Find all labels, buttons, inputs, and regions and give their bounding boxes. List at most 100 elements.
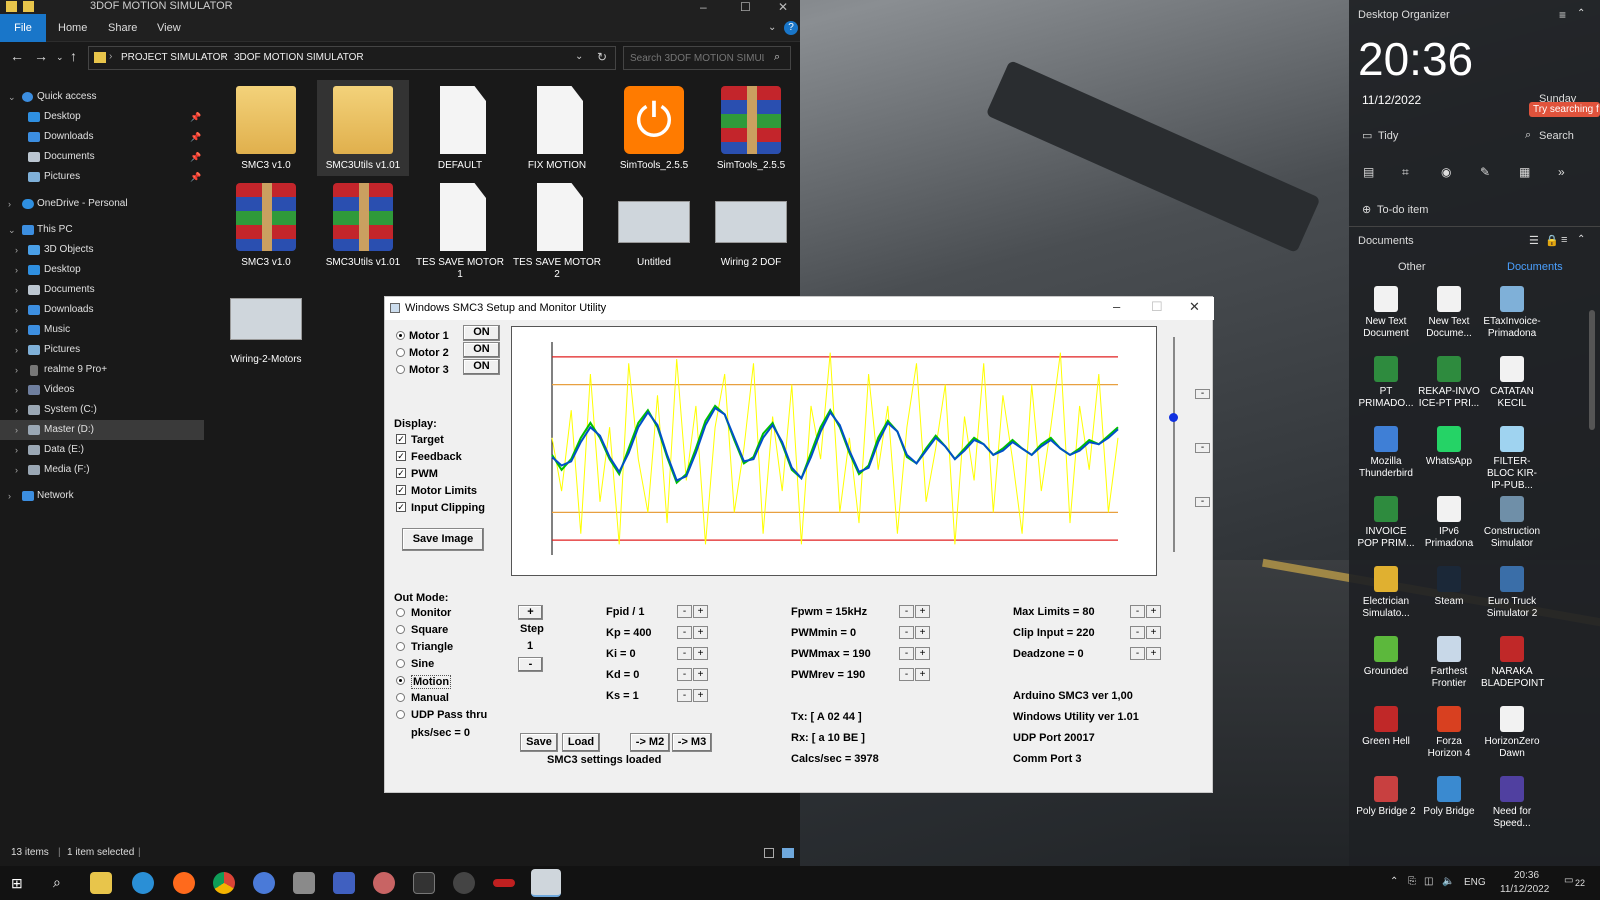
desktop-shortcut[interactable]: Euro Truck Simulator 2 — [1481, 566, 1543, 636]
crop-icon[interactable]: ⌗ — [1402, 165, 1409, 180]
fpid-plus[interactable]: + — [693, 605, 708, 618]
kd-minus[interactable]: - — [677, 668, 692, 681]
minimize-button[interactable]: – — [700, 0, 707, 14]
minimize-button[interactable]: – — [1113, 299, 1120, 314]
details-view-icon[interactable] — [764, 848, 774, 858]
clip-input-minus[interactable]: - — [1130, 626, 1145, 639]
motor-3-on-button[interactable]: ON — [463, 359, 500, 375]
windows-start-icon[interactable]: ⊞ — [11, 875, 23, 892]
calculator-icon[interactable]: ▦ — [1519, 165, 1530, 179]
desktop-shortcut[interactable]: NARAKA BLADEPOINT — [1481, 636, 1544, 706]
feedback-checkbox[interactable]: ✓ — [396, 451, 406, 461]
pwmmin-plus[interactable]: + — [915, 626, 930, 639]
input-clipping-checkbox[interactable]: ✓ — [396, 502, 406, 512]
language-indicator[interactable]: ENG — [1464, 877, 1486, 888]
nav-drive-c[interactable]: › System (C:) — [0, 400, 204, 420]
desktop-shortcut[interactable]: CATATAN KECIL — [1481, 356, 1543, 426]
kp-minus[interactable]: - — [677, 626, 692, 639]
desktop-shortcut[interactable]: REKAP-INVO ICE-PT PRI... — [1418, 356, 1480, 426]
file-item[interactable]: Wiring 2 DOF — [705, 177, 797, 273]
save-button[interactable]: Save — [520, 733, 558, 752]
save-image-button[interactable]: Save Image — [402, 528, 484, 551]
file-item[interactable]: Untitled — [608, 177, 700, 273]
motor-3-radio[interactable] — [396, 365, 405, 374]
ks-minus[interactable]: - — [677, 689, 692, 702]
thunderbird-icon[interactable] — [253, 872, 275, 894]
desktop-shortcut[interactable]: INVOICE POP PRIM... — [1355, 496, 1417, 566]
pwmmax-minus[interactable]: - — [899, 647, 914, 660]
search-icon[interactable]: ⌕ — [53, 874, 61, 891]
mode-udp-radio[interactable] — [396, 710, 405, 719]
desktop-shortcut[interactable]: Electrician Simulato... — [1355, 566, 1417, 636]
mode-sine-radio[interactable] — [396, 659, 405, 668]
refresh-icon[interactable]: ↻ — [597, 50, 607, 64]
ki-plus[interactable]: + — [693, 647, 708, 660]
chevron-up-icon[interactable]: ⌃ — [1577, 234, 1585, 245]
desktop-shortcut[interactable]: Need for Speed... — [1481, 776, 1543, 846]
scrollbar[interactable] — [1589, 310, 1595, 430]
graph-zoom-button-2[interactable]: - — [1195, 443, 1210, 453]
desktop-shortcut[interactable]: Grounded — [1355, 636, 1417, 706]
desktop-shortcut[interactable]: Green Hell — [1355, 706, 1417, 776]
taskbar-time[interactable]: 20:36 — [1514, 870, 1539, 881]
help-icon[interactable]: ? — [784, 21, 798, 35]
nav-desktop[interactable]: Desktop 📌 — [0, 107, 204, 127]
motor-limits-checkbox[interactable]: ✓ — [396, 485, 406, 495]
usb-icon[interactable]: ⎘ — [1408, 876, 1416, 887]
nav-documents[interactable]: Documents 📌 — [0, 147, 204, 167]
motor-2-on-button[interactable]: ON — [463, 342, 500, 358]
desktop-shortcut[interactable]: ETaxInvoice-Primadona — [1481, 286, 1543, 356]
ki-minus[interactable]: - — [677, 647, 692, 660]
nav-videos[interactable]: › Videos — [0, 380, 204, 400]
tidy-button[interactable]: Tidy — [1378, 130, 1398, 142]
app-icon[interactable] — [373, 872, 395, 894]
todo-item[interactable]: To-do item — [1377, 204, 1428, 216]
notification-icon[interactable]: ▭ — [1564, 875, 1573, 886]
motor-1-on-button[interactable]: ON — [463, 325, 500, 341]
fpwm-minus[interactable]: - — [899, 605, 914, 618]
ribbon-expand-icon[interactable]: ⌄ — [768, 22, 776, 33]
menu-icon[interactable]: ≡ — [1561, 234, 1567, 246]
search-box[interactable]: ⌕ — [623, 46, 791, 70]
file-explorer-icon[interactable] — [90, 872, 112, 894]
search-input[interactable] — [624, 47, 764, 69]
nav-pictures[interactable]: Pictures 📌 — [0, 167, 204, 187]
close-button[interactable]: ✕ — [1189, 299, 1200, 315]
file-item[interactable]: SMC3 v1.0 — [220, 177, 312, 273]
nav-downloads[interactable]: Downloads 📌 — [0, 127, 204, 147]
desktop-shortcut[interactable]: Poly Bridge 2 — [1355, 776, 1417, 846]
nav-drive-e[interactable]: › Data (E:) — [0, 440, 204, 460]
graph-zoom-button-1[interactable]: - — [1195, 389, 1210, 399]
max-limits-plus[interactable]: + — [1146, 605, 1161, 618]
nav-pc-pictures[interactable]: › Pictures — [0, 340, 204, 360]
desktop-shortcut[interactable]: Poly Bridge — [1418, 776, 1480, 846]
file-item[interactable]: SMC3Utils v1.01 — [317, 177, 409, 273]
wifi-icon[interactable]: ◫ — [1424, 876, 1433, 887]
calculator-icon[interactable] — [293, 872, 315, 894]
chrome-icon[interactable] — [213, 872, 235, 894]
chevron-up-icon[interactable]: ⌃ — [1390, 876, 1398, 887]
more-icon[interactable]: » — [1558, 165, 1565, 179]
file-item[interactable]: TES SAVE MOTOR 2 — [511, 177, 603, 280]
deadzone-minus[interactable]: - — [1130, 647, 1145, 660]
list-icon[interactable]: ☰ — [1529, 234, 1539, 247]
add-icon[interactable]: ⊕ — [1362, 203, 1371, 216]
kp-plus[interactable]: + — [693, 626, 708, 639]
pwmrev-minus[interactable]: - — [899, 668, 914, 681]
clip-input-plus[interactable]: + — [1146, 626, 1161, 639]
tab-documents[interactable]: Documents — [1507, 261, 1563, 273]
menu-icon[interactable]: ≡ — [1559, 8, 1566, 22]
fpid-minus[interactable]: - — [677, 605, 692, 618]
desktop-shortcut[interactable]: PT PRIMADO... — [1355, 356, 1417, 426]
vertical-slider-track[interactable] — [1173, 337, 1175, 552]
terminal-icon[interactable] — [413, 872, 435, 894]
desktop-shortcut[interactable]: Steam — [1418, 566, 1480, 636]
firefox-icon[interactable] — [173, 872, 195, 894]
graph-zoom-button-3[interactable]: - — [1195, 497, 1210, 507]
nav-music[interactable]: › Music — [0, 320, 204, 340]
fpwm-plus[interactable]: + — [915, 605, 930, 618]
chevron-up-icon[interactable]: ⌃ — [1577, 8, 1585, 19]
large-icons-view-icon[interactable] — [782, 848, 794, 858]
app-icon[interactable] — [493, 879, 515, 887]
pwmmin-minus[interactable]: - — [899, 626, 914, 639]
